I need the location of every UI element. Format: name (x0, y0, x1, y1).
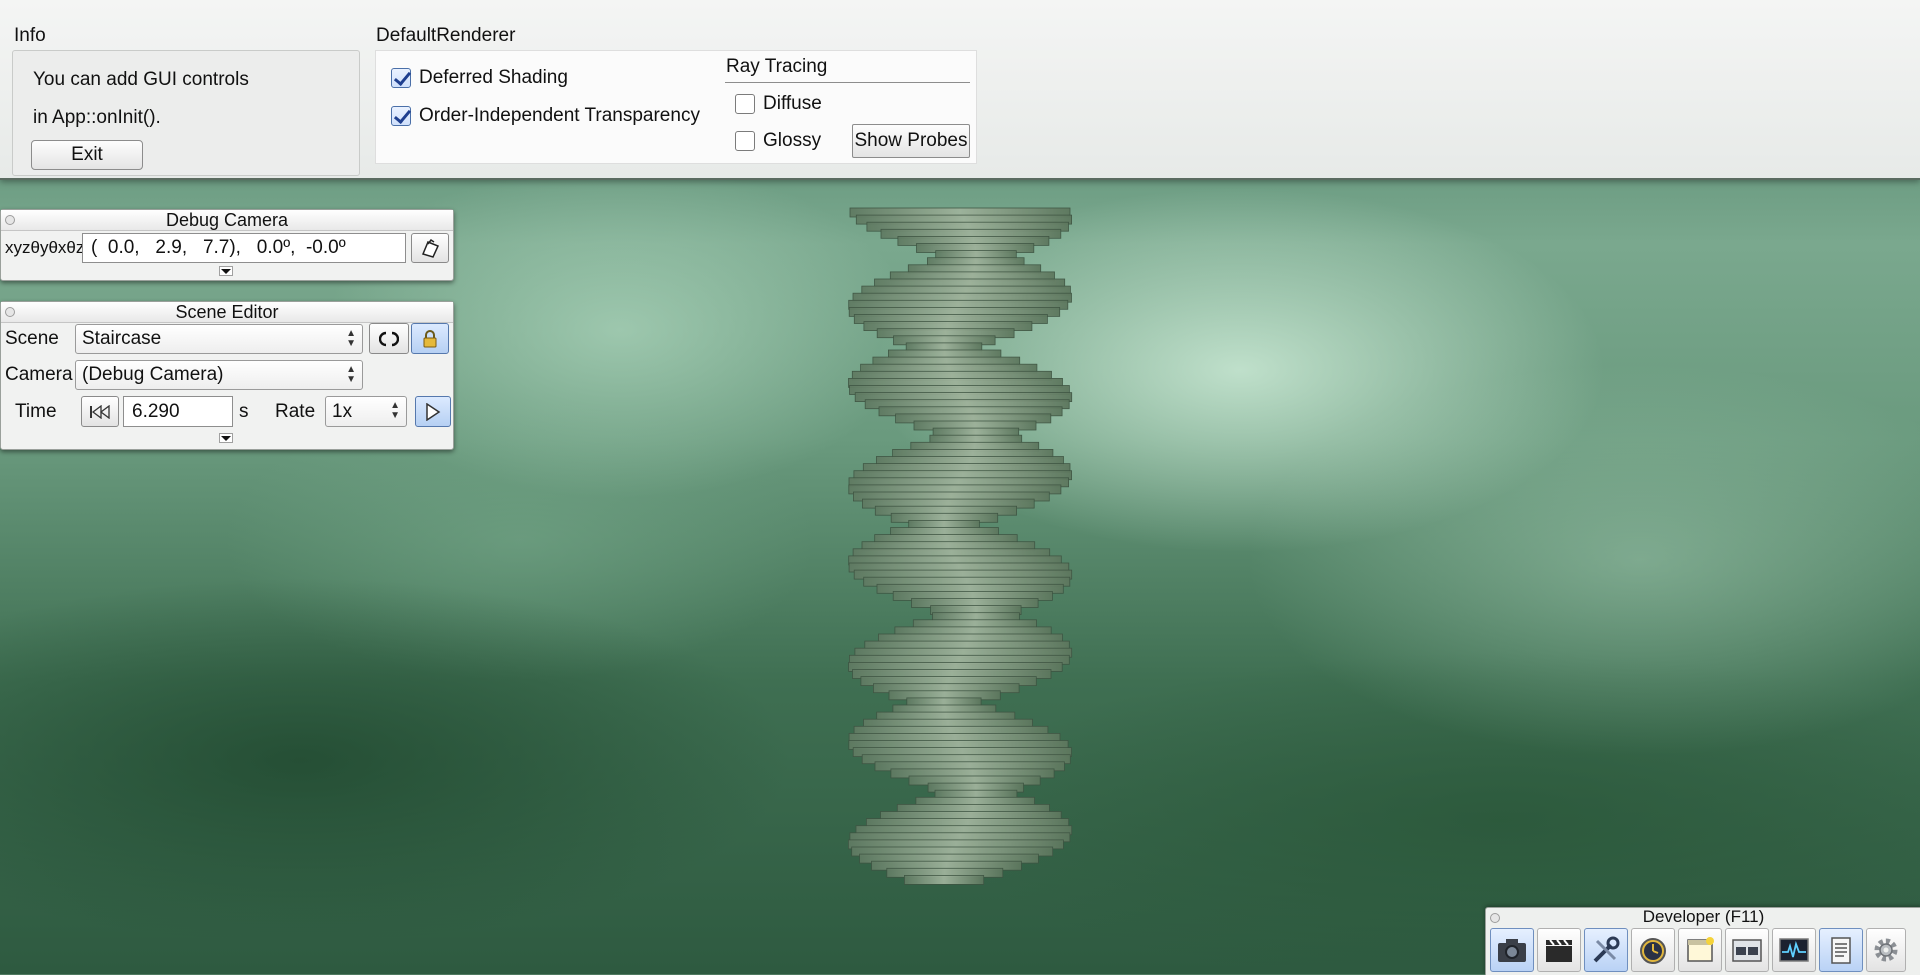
rate-dropdown[interactable]: 1x ▲ ▼ (325, 396, 407, 427)
diffuse-checkbox[interactable]: Diffuse (735, 93, 822, 115)
staircase-model (847, 207, 1073, 885)
developer-window: Developer (F11) (1485, 907, 1920, 975)
log-tool-button[interactable] (1819, 928, 1863, 972)
debug-camera-window: Debug Camera xyzθyθxθz ( 0.0, 2.9, 7.7),… (0, 209, 454, 281)
checkbox-unchecked-icon (735, 94, 755, 114)
checkbox-checked-icon (391, 68, 411, 88)
scene-editor-titlebar[interactable]: Scene Editor (1, 302, 453, 323)
coordinate-label: xyzθyθxθz (5, 238, 85, 257)
deferred-shading-label: Deferred Shading (419, 67, 568, 88)
play-icon (426, 402, 441, 421)
rate-label: Rate (275, 401, 316, 422)
diffuse-label: Diffuse (763, 93, 822, 114)
camera-dropdown[interactable]: (Debug Camera) ▲ ▼ (75, 360, 363, 390)
exit-button[interactable]: Exit (31, 140, 143, 170)
window-icon (1687, 937, 1714, 962)
lock-scene-button[interactable] (411, 323, 449, 354)
expand-arrow-icon[interactable] (219, 266, 233, 276)
reload-scene-button[interactable] (369, 323, 409, 354)
scene-dropdown[interactable]: Staircase ▲ ▼ (75, 324, 363, 354)
camera-coordinate-field[interactable]: ( 0.0, 2.9, 7.7), 0.0º, -0.0º (82, 233, 406, 263)
top-gui-panel: Info You can add GUI controls in App::on… (0, 0, 1920, 180)
lock-icon (423, 329, 437, 347)
checkbox-unchecked-icon (735, 131, 755, 151)
renderer-title: DefaultRenderer (376, 25, 516, 46)
scene-editor-window: Scene Editor Scene Staircase ▲ ▼ Camera (… (0, 301, 454, 450)
info-text-line-2: in App::onInit(). (33, 107, 161, 128)
time-field[interactable]: 6.290 (123, 396, 233, 427)
rewind-to-start-icon (90, 404, 110, 419)
ray-tracing-title: Ray Tracing (726, 56, 828, 77)
clock-tool-button[interactable] (1631, 928, 1675, 972)
developer-title: Developer (F11) (1642, 907, 1765, 926)
checkbox-checked-icon (391, 106, 411, 126)
screenshot-tool-button[interactable] (1490, 928, 1534, 972)
clipboard-icon (421, 238, 440, 258)
clock-icon (1640, 938, 1666, 964)
window-close-icon[interactable] (1490, 913, 1500, 923)
deferred-shading-checkbox[interactable]: Deferred Shading (391, 67, 568, 89)
window-close-icon[interactable] (5, 215, 15, 225)
debug-camera-title: Debug Camera (165, 210, 289, 230)
camera-dropdown-value: (Debug Camera) (82, 364, 224, 385)
settings-tool-button[interactable] (1866, 928, 1906, 972)
time-unit-label: s (239, 401, 249, 422)
profiler-icon (1779, 938, 1809, 962)
info-text-line-1: You can add GUI controls (33, 69, 249, 90)
play-button[interactable] (415, 396, 451, 427)
copy-coordinates-button[interactable] (411, 233, 449, 263)
ray-tracing-divider (725, 82, 970, 83)
log-icon (1831, 937, 1851, 964)
glossy-checkbox[interactable]: Glossy (735, 130, 821, 152)
scene-dropdown-value: Staircase (82, 328, 162, 349)
show-probes-button[interactable]: Show Probes (852, 124, 970, 158)
scene-window-button[interactable] (1678, 928, 1722, 972)
oit-label: Order-Independent Transparency (419, 105, 700, 126)
stair-step (904, 875, 985, 885)
oit-checkbox[interactable]: Order-Independent Transparency (391, 105, 700, 127)
rate-dropdown-value: 1x (332, 400, 353, 422)
video-tool-button[interactable] (1537, 928, 1581, 972)
developer-titlebar[interactable]: Developer (F11) (1486, 908, 1920, 926)
rewind-button[interactable] (81, 396, 119, 427)
updown-arrows-icon: ▲ ▼ (390, 400, 400, 421)
time-label: Time (15, 401, 57, 422)
expand-arrow-icon[interactable] (219, 433, 233, 443)
info-title: Info (14, 25, 46, 46)
scene-icon (1732, 939, 1762, 962)
scene-editor-tool-button[interactable] (1725, 928, 1769, 972)
scene-editor-title: Scene Editor (175, 302, 279, 322)
camera-icon (1498, 939, 1526, 962)
updown-arrows-icon: ▲ ▼ (346, 328, 356, 349)
updown-arrows-icon: ▲ ▼ (346, 364, 356, 385)
developer-tools-button[interactable] (1584, 928, 1628, 972)
glossy-label: Glossy (763, 130, 822, 151)
camera-label: Camera (5, 364, 73, 385)
window-close-icon[interactable] (5, 307, 15, 317)
wrench-icon (1593, 936, 1620, 963)
profiler-tool-button[interactable] (1772, 928, 1816, 972)
clapperboard-icon (1546, 939, 1572, 962)
scene-label: Scene (5, 328, 59, 349)
gear-icon (1874, 938, 1898, 962)
info-box: You can add GUI controls in App::onInit(… (12, 50, 360, 176)
debug-camera-titlebar[interactable]: Debug Camera (1, 210, 453, 231)
reload-icon (379, 331, 399, 346)
